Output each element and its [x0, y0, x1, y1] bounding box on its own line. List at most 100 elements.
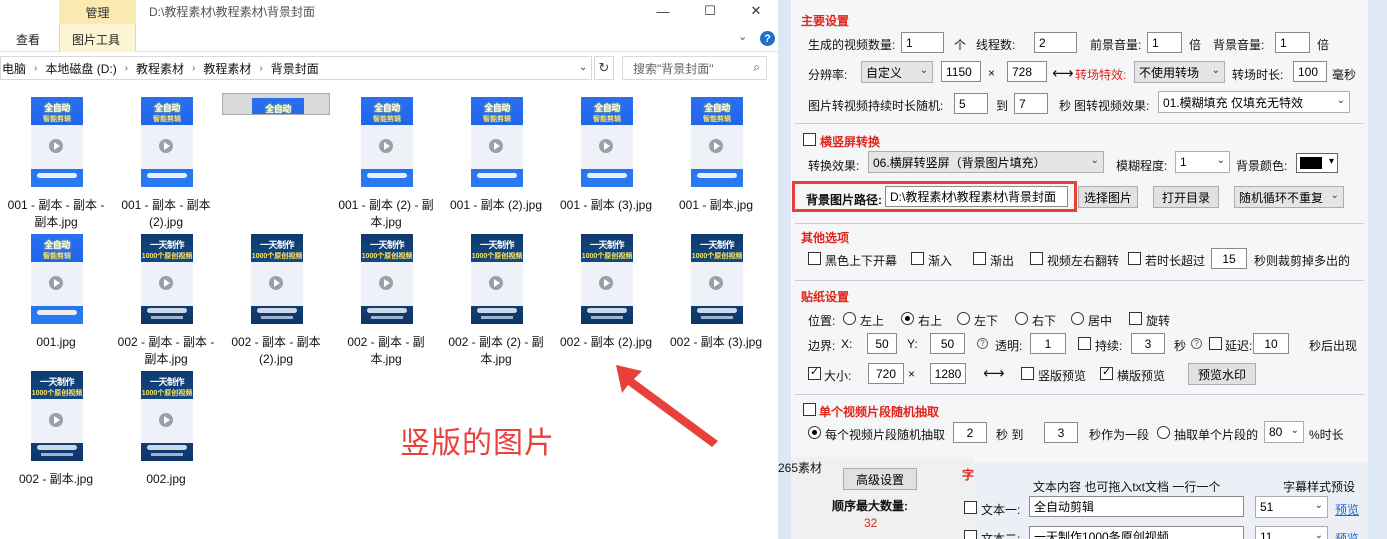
file-item[interactable]: 一天制作 1000个原创视频 002 - 副本 - 副本 - 副本.jpg — [112, 230, 220, 366]
bg-path-input[interactable]: D:\教程素材\教程素材\背景封面 — [885, 186, 1068, 207]
section-title-sticker: 贴纸设置 — [801, 290, 850, 304]
text1-input[interactable]: 全自动剪辑 — [1029, 496, 1244, 517]
file-item[interactable]: 一天制作 1000个原创视频 002 - 副本.jpg — [2, 367, 110, 501]
file-item[interactable]: 全自动 智能剪辑 001 - 副本 - 副本 - 副本.jpg — [2, 93, 110, 229]
duration-checkbox[interactable] — [1078, 337, 1091, 350]
trim-checkbox[interactable] — [1128, 252, 1141, 265]
fg-volume-input[interactable]: 1 — [1147, 32, 1182, 53]
img-effect-select[interactable]: 01.模糊填充 仅填充无特效 ⌄ — [1158, 91, 1350, 113]
tab-view[interactable]: 查看 — [16, 31, 40, 48]
fade-in-checkbox[interactable] — [911, 252, 924, 265]
file-item[interactable]: 全自动 智能剪辑 001 - 副本 (2).jpg — [442, 93, 550, 227]
file-item[interactable]: 全自动智能剪辑001 - 副本 - 副本.jpg — [222, 93, 330, 115]
close-button[interactable]: ✕ — [733, 0, 778, 22]
position-top-left-radio[interactable] — [843, 312, 856, 325]
position-top-right-radio[interactable] — [901, 312, 914, 325]
height-input[interactable]: 728 — [1007, 61, 1047, 82]
resolution-select[interactable]: 自定义 ⌄ — [861, 61, 933, 83]
random-clip-option2-radio[interactable] — [1157, 426, 1170, 439]
video-count-label: 生成的视频数量: — [808, 38, 896, 52]
file-item[interactable]: 全自动 智能剪辑 001 - 副本.jpg — [662, 93, 770, 227]
maximize-button[interactable]: ☐ — [687, 0, 733, 22]
delay-input[interactable]: 10 — [1253, 333, 1289, 354]
file-item[interactable]: 一天制作 1000个原创视频 002 - 副本 (2).jpg — [552, 230, 660, 364]
size-checkbox[interactable] — [808, 365, 821, 380]
transition-duration-input[interactable]: 100 — [1293, 61, 1327, 82]
file-item[interactable]: 一天制作 1000个原创视频 002 - 副本 - 副本 (2).jpg — [222, 230, 330, 366]
rotate-checkbox[interactable] — [1129, 312, 1142, 325]
style2-select[interactable]: 11 ⌄ — [1255, 526, 1328, 539]
breadcrumb-item[interactable]: 教程素材 — [136, 60, 184, 77]
search-input[interactable]: 搜索"背景封面" ⌕ — [622, 56, 767, 80]
file-item[interactable]: 全自动 智能剪辑 001 - 副本 - 副本 (2).jpg — [112, 93, 220, 229]
bg-path-label: 背景图片路径: — [806, 193, 882, 207]
open-folder-button[interactable]: 打开目录 — [1153, 186, 1219, 208]
ribbon-collapse-icon[interactable]: ⌄ — [738, 30, 747, 43]
bgcolor-picker[interactable]: ▾ — [1296, 153, 1338, 173]
text2-checkbox[interactable] — [964, 530, 977, 539]
position-center-radio[interactable] — [1071, 312, 1084, 325]
preview2-link[interactable]: 预览 — [1335, 530, 1359, 539]
trim-input[interactable]: 15 — [1211, 248, 1247, 269]
file-item[interactable]: 一天制作 1000个原创视频 002 - 副本 - 副本.jpg — [332, 230, 440, 366]
opacity-input[interactable]: 1 — [1030, 333, 1066, 354]
random-clip-checkbox[interactable] — [803, 403, 816, 416]
swap-icon[interactable]: ⟷ — [1052, 64, 1074, 82]
file-item[interactable]: 全自动 智能剪辑 001.jpg — [2, 230, 110, 364]
breadcrumb-item[interactable]: 本地磁盘 (D:) — [45, 60, 116, 77]
img-duration-max-input[interactable]: 7 — [1014, 93, 1048, 114]
file-item[interactable]: 一天制作 1000个原创视频 002.jpg — [112, 367, 220, 501]
video-count-input[interactable]: 1 — [901, 32, 944, 53]
minimize-button[interactable]: — — [640, 0, 686, 22]
width-input[interactable]: 1150 — [941, 61, 981, 82]
choose-image-button[interactable]: 选择图片 — [1078, 186, 1138, 208]
tab-picture-tools[interactable]: 图片工具 — [72, 31, 120, 48]
portrait-preview-checkbox[interactable] — [1021, 367, 1034, 380]
position-bottom-right-radio[interactable] — [1015, 312, 1028, 325]
size-width-input[interactable]: 720 — [868, 363, 904, 384]
address-bar[interactable]: 电脑 › 本地磁盘 (D:) › 教程素材 › 教程素材 › 背景封面 ⌄ — [0, 56, 592, 80]
transition-select[interactable]: 不使用转场 ⌄ — [1134, 61, 1225, 83]
refresh-button[interactable]: ↻ — [594, 56, 614, 80]
margin-x-input[interactable]: 50 — [867, 333, 897, 354]
position-bottom-left-radio[interactable] — [957, 312, 970, 325]
file-item[interactable]: 全自动 智能剪辑 001 - 副本 (3).jpg — [552, 93, 660, 227]
swap-icon[interactable]: ⟷ — [983, 364, 1005, 382]
file-item[interactable]: 一天制作 1000个原创视频 002 - 副本 (3).jpg — [662, 230, 770, 364]
breadcrumb-item[interactable]: 背景封面 — [271, 60, 319, 77]
style1-select[interactable]: 51 ⌄ — [1255, 496, 1328, 518]
help-icon[interactable]: ? — [760, 31, 775, 46]
delay-checkbox[interactable] — [1209, 337, 1222, 350]
orientation-checkbox[interactable] — [803, 133, 816, 146]
blur-select[interactable]: 1 ⌄ — [1175, 151, 1230, 173]
preview-watermark-button[interactable]: 预览水印 — [1188, 363, 1256, 385]
breadcrumb-item[interactable]: 电脑 — [2, 60, 26, 77]
size-height-input[interactable]: 1280 — [930, 363, 966, 384]
convert-effect-select[interactable]: 06.横屏转竖屏（背景图片填充） ⌄ — [868, 151, 1104, 173]
advanced-settings-button[interactable]: 高级设置 — [843, 468, 917, 490]
clip-min-input[interactable]: 2 — [953, 422, 987, 443]
text2-input[interactable]: 一天制作1000条原创视频 — [1029, 526, 1244, 539]
file-item[interactable]: 全自动 智能剪辑 001 - 副本 (2) - 副本.jpg — [332, 93, 440, 229]
help-icon[interactable]: ? — [1191, 338, 1202, 349]
threads-input[interactable]: 2 — [1034, 32, 1077, 53]
file-item[interactable]: 一天制作 1000个原创视频 002 - 副本 (2) - 副本.jpg — [442, 230, 550, 366]
breadcrumb-item[interactable]: 教程素材 — [203, 60, 251, 77]
black-bars-checkbox[interactable] — [808, 252, 821, 265]
bg-volume-input[interactable]: 1 — [1275, 32, 1310, 53]
clip-max-input[interactable]: 3 — [1044, 422, 1078, 443]
text1-checkbox[interactable] — [964, 501, 977, 514]
loop-mode-select[interactable]: 随机循环不重复 ⌄ — [1234, 186, 1344, 208]
random-clip-option1-radio[interactable] — [808, 426, 821, 439]
landscape-preview-checkbox[interactable] — [1100, 365, 1113, 380]
img-duration-min-input[interactable]: 5 — [954, 93, 988, 114]
chevron-down-icon[interactable]: ⌄ — [579, 62, 587, 73]
tab-manage[interactable]: 管理 — [59, 0, 136, 24]
fade-out-checkbox[interactable] — [973, 252, 986, 265]
clip-percent-select[interactable]: 80 ⌄ — [1264, 421, 1304, 443]
duration-input[interactable]: 3 — [1131, 333, 1165, 354]
preview1-link[interactable]: 预览 — [1335, 501, 1359, 518]
flip-checkbox[interactable] — [1030, 252, 1043, 265]
help-icon[interactable]: ? — [977, 338, 988, 349]
margin-y-input[interactable]: 50 — [930, 333, 965, 354]
